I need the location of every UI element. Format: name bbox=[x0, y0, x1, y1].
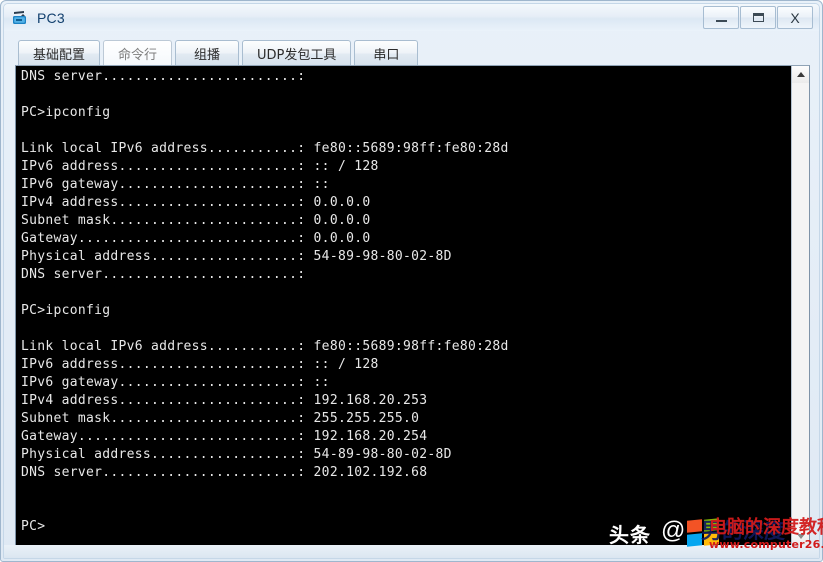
console-line: Physical address..................: 54-8… bbox=[21, 249, 452, 264]
console-line: IPv6 address......................: :: /… bbox=[21, 159, 379, 174]
window-bottom-strip bbox=[4, 545, 819, 558]
close-button[interactable]: X bbox=[777, 6, 813, 29]
maximize-button[interactable] bbox=[740, 6, 776, 29]
console-line: Physical address..................: 54-8… bbox=[21, 447, 452, 462]
console-line: IPv4 address......................: 192.… bbox=[21, 393, 428, 408]
tab-command-line[interactable]: 命令行 bbox=[103, 40, 173, 66]
console-line: IPv6 gateway......................: :: bbox=[21, 177, 330, 192]
console-line: Subnet mask.......................: 255.… bbox=[21, 411, 420, 426]
console-line: DNS server........................: bbox=[21, 69, 306, 84]
console-line: PC> bbox=[21, 519, 46, 534]
close-icon: X bbox=[790, 9, 800, 26]
console-line: Link local IPv6 address...........: fe80… bbox=[21, 141, 509, 156]
console-line: Link local IPv6 address...........: fe80… bbox=[21, 339, 509, 354]
tab-label: 串口 bbox=[373, 48, 400, 63]
console-scrollbar[interactable] bbox=[791, 66, 809, 545]
tab-multicast[interactable]: 组播 bbox=[175, 40, 240, 66]
console-line: IPv6 gateway......................: :: bbox=[21, 375, 330, 390]
window-title: PC3 bbox=[37, 9, 65, 26]
title-bar[interactable]: PC3 X bbox=[4, 4, 819, 31]
chevron-down-icon bbox=[796, 534, 805, 539]
console-line: IPv6 address......................: :: /… bbox=[21, 357, 379, 372]
scroll-down-button[interactable] bbox=[792, 528, 809, 545]
console-line: Gateway...........................: 0.0.… bbox=[21, 231, 371, 246]
console-output[interactable]: DNS server........................: PC>i… bbox=[16, 66, 791, 545]
minimize-icon bbox=[715, 19, 727, 22]
scrollbar-track[interactable] bbox=[792, 83, 809, 528]
console-line: PC>ipconfig bbox=[21, 105, 111, 120]
minimize-button[interactable] bbox=[703, 6, 739, 29]
tab-label: 命令行 bbox=[118, 48, 158, 63]
console-line: PC>ipconfig bbox=[21, 303, 111, 318]
maximize-icon bbox=[752, 13, 764, 22]
tab-strip: 基础配置 命令行 组播 UDP发包工具 串口 bbox=[18, 38, 421, 66]
console-line: DNS server........................: bbox=[21, 267, 306, 282]
scroll-up-button[interactable] bbox=[792, 66, 809, 83]
window-controls: X bbox=[702, 6, 813, 29]
tab-label: UDP发包工具 bbox=[257, 48, 337, 63]
console-line: Subnet mask.......................: 0.0.… bbox=[21, 213, 371, 228]
chevron-up-icon bbox=[796, 72, 805, 77]
tab-label: 基础配置 bbox=[33, 48, 86, 63]
console-line: Gateway...........................: 192.… bbox=[21, 429, 428, 444]
tab-label: 组播 bbox=[194, 48, 221, 63]
tab-basic-config[interactable]: 基础配置 bbox=[18, 40, 101, 66]
console-line: DNS server........................: 202.… bbox=[21, 465, 428, 480]
tab-udp-tool[interactable]: UDP发包工具 bbox=[242, 40, 352, 66]
console-panel: DNS server........................: PC>i… bbox=[15, 65, 810, 546]
console-line: IPv4 address......................: 0.0.… bbox=[21, 195, 371, 210]
pc-device-icon bbox=[11, 8, 31, 28]
pc3-window: PC3 X 基础配置 命令行 组播 UDP发包工具 串口 DNS server.… bbox=[0, 0, 823, 562]
tab-serial-port[interactable]: 串口 bbox=[354, 40, 419, 66]
